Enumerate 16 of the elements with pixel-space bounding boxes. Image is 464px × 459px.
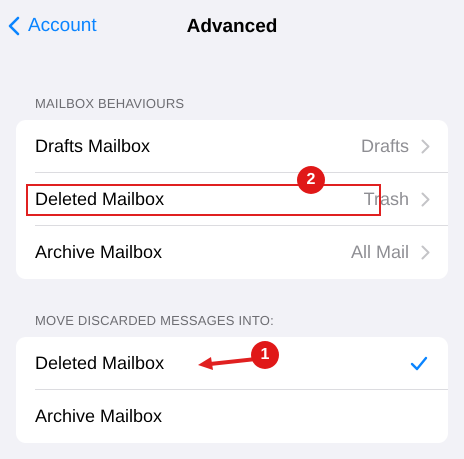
- chevron-icon: [421, 138, 430, 154]
- step-number-badge: 2: [297, 166, 325, 194]
- step-number-badge: 1: [251, 341, 279, 369]
- row-label[interactable]: Drafts Mailbox: [35, 136, 150, 156]
- chevron-icon: [421, 192, 430, 206]
- row-label[interactable]: Deleted Mailbox: [35, 352, 164, 374]
- row-value: All Mail: [350, 242, 409, 263]
- section-header: MOVE DISCARDED MESSAGES INTO:: [34, 313, 275, 329]
- back-chevron-icon: [8, 16, 20, 36]
- section-header: MAILBOX BEHAVIOURS: [34, 96, 186, 112]
- row-value: Drafts: [360, 136, 409, 156]
- row-label[interactable]: Archive Mailbox: [35, 242, 162, 263]
- screen-title: Advanced: [186, 16, 278, 38]
- chevron-icon: [421, 245, 430, 260]
- row-label[interactable]: Archive Mailbox: [35, 406, 162, 427]
- row-label[interactable]: Deleted Mailbox: [35, 188, 164, 210]
